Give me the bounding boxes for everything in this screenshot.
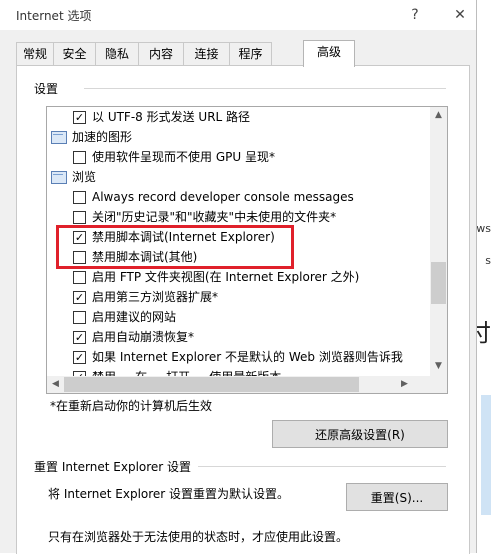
scroll-up-icon[interactable]: ▲ bbox=[430, 110, 447, 120]
tab-general[interactable]: 常规 bbox=[16, 42, 54, 65]
setting-checkbox[interactable] bbox=[73, 211, 86, 224]
background-text-fragment: s bbox=[485, 254, 491, 267]
tab-advanced[interactable]: 高级 bbox=[303, 40, 355, 67]
setting-crash-recovery[interactable]: ✓ 启用自动崩溃恢复* bbox=[47, 327, 430, 347]
reset-note: 只有在浏览器处于无法使用的状态时，才应使用此设置。 bbox=[48, 530, 349, 544]
reset-group-label: 重置 Internet Explorer 设置 bbox=[34, 460, 192, 474]
setting-default-browser-check[interactable]: ✓ 如果 Internet Explorer 不是默认的 Web 浏览器则告诉我 bbox=[47, 347, 430, 367]
setting-checkbox[interactable]: ✓ bbox=[73, 331, 86, 344]
tab-connections[interactable]: 连接 bbox=[183, 42, 230, 65]
setting-label: 启用 FTP 文件夹视图(在 Internet Explorer 之外) bbox=[92, 270, 360, 284]
tab-programs[interactable]: 程序 bbox=[229, 42, 272, 65]
setting-suggested-sites[interactable]: 启用建议的网站 bbox=[47, 307, 430, 327]
internet-options-dialog: Internet 选项 ? ✕ 常规 安全 隐私 内容 连接 程序 高级 设置 … bbox=[0, 0, 477, 554]
setting-partially-hidden[interactable]: ✓ 禁用 ... 在 ... 打开 ... 使用最新版本 bbox=[47, 367, 430, 376]
folder-icon bbox=[51, 131, 67, 144]
annotation-highlight-box bbox=[56, 225, 294, 269]
scrollbar-corner bbox=[430, 376, 447, 393]
restore-advanced-settings-button[interactable]: 还原高级设置(R) bbox=[272, 420, 448, 448]
group-browsing: 浏览 bbox=[47, 167, 430, 187]
setting-checkbox[interactable] bbox=[73, 191, 86, 204]
tab-privacy[interactable]: 隐私 bbox=[95, 42, 139, 65]
reset-description: 将 Internet Explorer 设置重置为默认设置。 bbox=[48, 487, 290, 501]
setting-label: 启用建议的网站 bbox=[92, 310, 177, 324]
setting-label: Always record developer console messages bbox=[92, 190, 354, 204]
restart-note: *在重新启动你的计算机后生效 bbox=[50, 399, 213, 413]
title-bar: Internet 选项 ? ✕ bbox=[0, 0, 476, 30]
setting-checkbox[interactable]: ✓ bbox=[73, 111, 86, 124]
setting-checkbox[interactable] bbox=[73, 271, 86, 284]
horizontal-scroll-thumb[interactable] bbox=[64, 377, 359, 392]
vertical-scrollbar[interactable]: ▲ ▼ bbox=[430, 107, 447, 376]
group-label: 浏览 bbox=[72, 170, 97, 184]
reset-button[interactable]: 重置(S)... bbox=[346, 483, 448, 511]
group-accelerated-graphics: 加速的图形 bbox=[47, 127, 430, 147]
setting-console-messages[interactable]: Always record developer console messages bbox=[47, 187, 430, 207]
setting-label: 启用第三方浏览器扩展* bbox=[92, 290, 219, 304]
setting-close-unused-folders[interactable]: 关闭"历史记录"和"收藏夹"中未使用的文件夹* bbox=[47, 207, 430, 227]
setting-checkbox[interactable]: ✓ bbox=[73, 291, 86, 304]
setting-checkbox[interactable] bbox=[73, 151, 86, 164]
setting-label: 如果 Internet Explorer 不是默认的 Web 浏览器则告诉我 bbox=[92, 350, 403, 364]
setting-label: 关闭"历史记录"和"收藏夹"中未使用的文件夹* bbox=[92, 210, 337, 224]
setting-label: 以 UTF-8 形式发送 URL 路径 bbox=[92, 110, 251, 124]
settings-divider bbox=[84, 88, 446, 89]
reset-divider bbox=[198, 466, 446, 467]
scroll-left-icon[interactable]: ◀ bbox=[47, 379, 64, 389]
tab-security[interactable]: 安全 bbox=[53, 42, 96, 65]
vertical-scroll-thumb[interactable] bbox=[431, 262, 446, 304]
settings-group-label: 设置 bbox=[34, 82, 59, 96]
setting-label: 禁用 ... 在 ... 打开 ... 使用最新版本 bbox=[92, 367, 281, 376]
group-label: 加速的图形 bbox=[72, 130, 133, 144]
folder-icon bbox=[51, 171, 67, 184]
help-button[interactable]: ? bbox=[402, 4, 428, 26]
close-button[interactable]: ✕ bbox=[447, 4, 473, 26]
setting-utf8-url[interactable]: ✓ 以 UTF-8 形式发送 URL 路径 bbox=[47, 107, 430, 127]
setting-label: 使用软件呈现而不使用 GPU 呈现* bbox=[92, 150, 275, 164]
scroll-right-icon[interactable]: ▶ bbox=[396, 379, 413, 389]
setting-third-party-extensions[interactable]: ✓ 启用第三方浏览器扩展* bbox=[47, 287, 430, 307]
setting-label: 启用自动崩溃恢复* bbox=[92, 330, 195, 344]
tab-content[interactable]: 内容 bbox=[138, 42, 184, 65]
background-selection-strip bbox=[481, 395, 491, 515]
setting-ftp-folder-view[interactable]: 启用 FTP 文件夹视图(在 Internet Explorer 之外) bbox=[47, 267, 430, 287]
background-text-fragment: ws bbox=[476, 222, 491, 235]
scroll-down-icon[interactable]: ▼ bbox=[430, 361, 447, 371]
setting-software-rendering[interactable]: 使用软件呈现而不使用 GPU 呈现* bbox=[47, 147, 430, 167]
window-title: Internet 选项 bbox=[16, 9, 92, 23]
horizontal-scrollbar[interactable]: ◀ ▶ bbox=[47, 376, 430, 393]
setting-checkbox[interactable] bbox=[73, 311, 86, 324]
setting-checkbox[interactable]: ✓ bbox=[73, 351, 86, 364]
